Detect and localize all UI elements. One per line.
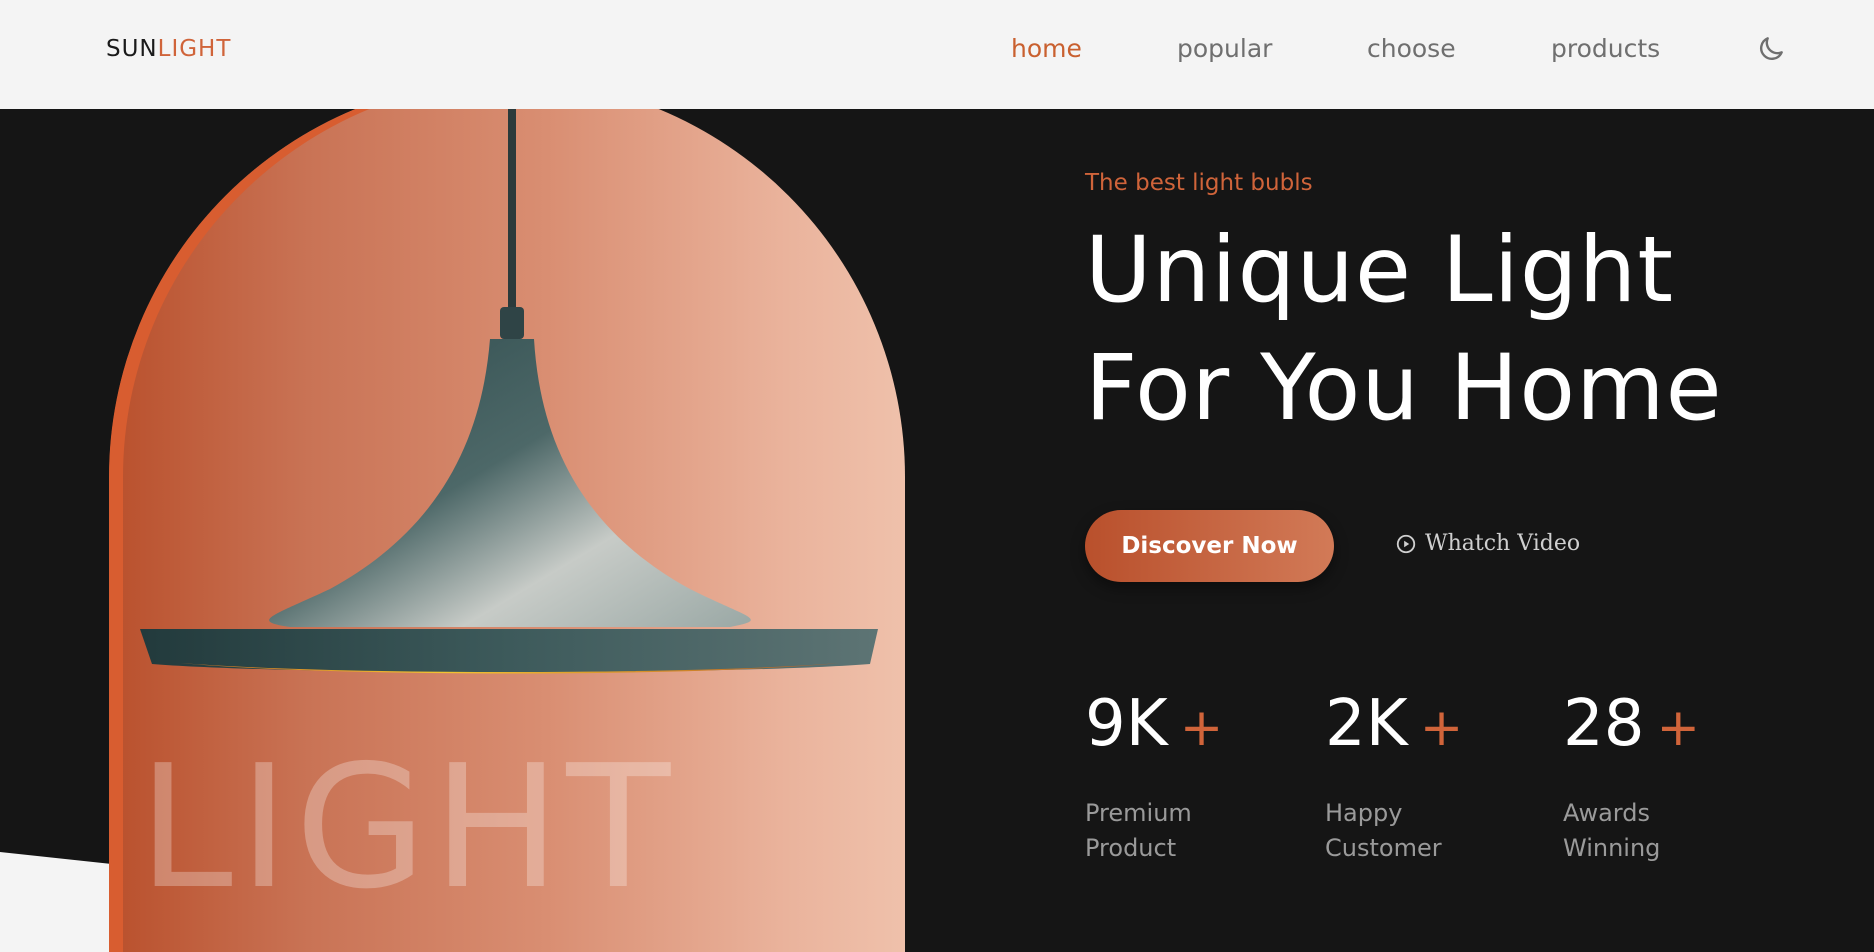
logo-text-sun: SUN [106,36,158,62]
logo[interactable]: SUNLIGHT [106,36,231,62]
stat-plus: + [1656,698,1701,758]
stat-label-line-1: Happy [1325,799,1403,827]
logo-text-light: LIGHT [157,36,232,62]
play-circle-icon [1396,534,1416,553]
watch-video-label: Whatch Video [1425,531,1581,556]
pendant-lamp-image [140,109,878,674]
nav-choose[interactable]: choose [1367,34,1456,63]
stat-label-line-2: Winning [1563,834,1661,862]
hero-tagline: The best light bubls [1085,170,1313,196]
stat-awards-winning: 28 + Awards Winning [1563,692,1723,866]
stat-label: Happy Customer [1325,796,1485,866]
site-header: SUNLIGHT home popular choose products [0,0,1874,109]
headline-line-2: For You Home [1085,336,1723,441]
watch-video-link[interactable]: Whatch Video [1395,531,1580,556]
stat-label: Premium Product [1085,796,1245,866]
nav-popular[interactable]: popular [1177,34,1272,63]
decorative-word: LIGHT [138,729,677,927]
stat-plus: + [1179,698,1224,758]
nav-products[interactable]: products [1551,34,1660,63]
stat-label: Awards Winning [1563,796,1723,866]
hero-headline: Unique Light For You Home [1085,212,1845,448]
nav-home[interactable]: home [1011,34,1082,63]
stat-happy-customer: 2K + Happy Customer [1325,692,1485,866]
hero-section: LIGHT The best light bubls Unique Light … [0,109,1874,952]
stat-plus: + [1419,698,1464,758]
stat-label-line-2: Product [1085,834,1177,862]
stat-value: 28 [1563,687,1645,761]
stat-value: 2K [1325,687,1408,761]
headline-line-1: Unique Light [1085,218,1675,323]
discover-now-button[interactable]: Discover Now [1085,510,1334,582]
stat-label-line-2: Customer [1325,834,1442,862]
stat-label-line-1: Awards [1563,799,1650,827]
stat-label-line-1: Premium [1085,799,1192,827]
stat-premium-product: 9K + Premium Product [1085,692,1245,866]
stat-value: 9K [1085,687,1168,761]
moon-icon[interactable] [1755,33,1787,65]
